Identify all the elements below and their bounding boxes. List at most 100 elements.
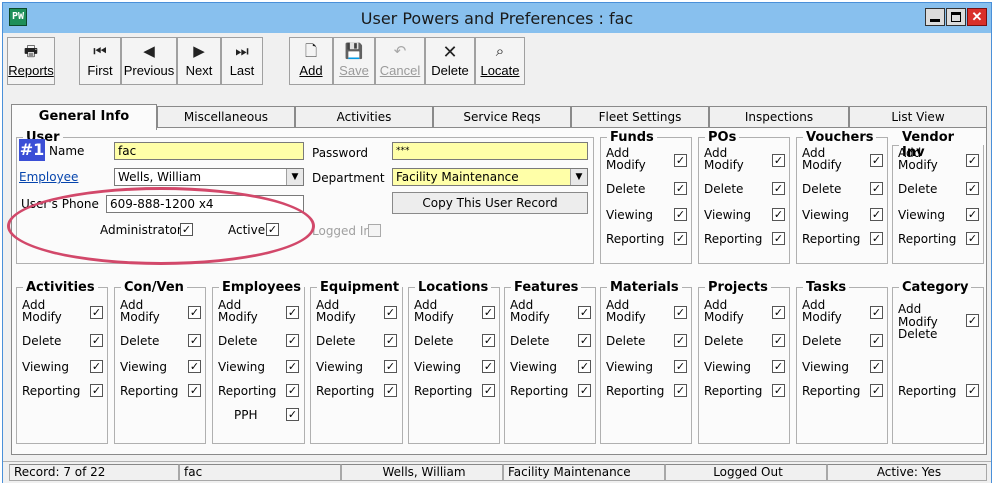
features-viewing-checkbox[interactable]: ✓ — [578, 360, 591, 373]
locations-reporting-checkbox[interactable]: ✓ — [482, 384, 495, 397]
equipment-reporting-checkbox[interactable]: ✓ — [384, 384, 397, 397]
first-button[interactable]: ⏮ First — [79, 37, 121, 85]
tasks-add-modify-checkbox[interactable]: ✓ — [870, 306, 883, 319]
vouchers-viewing-checkbox[interactable]: ✓ — [870, 208, 883, 221]
locations-viewing-label: Viewing — [414, 360, 462, 374]
delete-button[interactable]: ✕ Delete — [425, 37, 475, 85]
materials-viewing-checkbox[interactable]: ✓ — [674, 360, 687, 373]
activities-delete-checkbox[interactable]: ✓ — [90, 334, 103, 347]
next-button[interactable]: ▶ Next — [177, 37, 221, 85]
equipment-add-modify-checkbox[interactable]: ✓ — [384, 306, 397, 319]
add-button[interactable]: 🗋 Add — [289, 37, 333, 85]
conven-add-modify-checkbox[interactable]: ✓ — [188, 306, 201, 319]
employees-pph-checkbox[interactable]: ✓ — [286, 408, 299, 421]
conven-reporting-checkbox[interactable]: ✓ — [188, 384, 201, 397]
vendor-inv-reporting-checkbox[interactable]: ✓ — [966, 232, 979, 245]
tasks-viewing-label: Viewing — [802, 360, 850, 374]
copy-user-record-button[interactable]: Copy This User Record — [392, 192, 588, 214]
vouchers-modify-label: Modify — [802, 158, 842, 172]
reports-button[interactable]: 🖶 Reports — [7, 37, 55, 85]
locations-viewing-checkbox[interactable]: ✓ — [482, 360, 495, 373]
vendor-inv-reporting-label: Reporting — [898, 232, 957, 246]
activities-reporting-checkbox[interactable]: ✓ — [90, 384, 103, 397]
locate-button[interactable]: ⌕ Locate — [475, 37, 525, 85]
equipment-delete-checkbox[interactable]: ✓ — [384, 334, 397, 347]
pos-add-modify-checkbox[interactable]: ✓ — [772, 154, 785, 167]
pos-viewing-label: Viewing — [704, 208, 752, 222]
category-reporting-checkbox[interactable]: ✓ — [966, 384, 979, 397]
pos-reporting-checkbox[interactable]: ✓ — [772, 232, 785, 245]
category-add-modify-checkbox[interactable]: ✓ — [966, 314, 979, 327]
tab-activities[interactable]: Activities — [295, 106, 433, 128]
employees-delete-label: Delete — [218, 334, 258, 348]
tab-inspections[interactable]: Inspections — [709, 106, 849, 128]
funds-reporting-checkbox[interactable]: ✓ — [674, 232, 687, 245]
tab-general-info[interactable]: General Info — [11, 104, 157, 130]
close-button[interactable]: ✕ — [967, 8, 987, 26]
tab-service-reqs[interactable]: Service Reqs — [433, 106, 571, 128]
tab-fleet-settings[interactable]: Fleet Settings — [571, 106, 709, 128]
features-add-modify-checkbox[interactable]: ✓ — [578, 306, 591, 319]
vouchers-delete-checkbox[interactable]: ✓ — [870, 182, 883, 195]
funds-viewing-checkbox[interactable]: ✓ — [674, 208, 687, 221]
active-checkbox[interactable]: ✓ — [266, 223, 279, 236]
last-button[interactable]: ⏭ Last — [221, 37, 263, 85]
projects-add-modify-checkbox[interactable]: ✓ — [772, 306, 785, 319]
pos-viewing-checkbox[interactable]: ✓ — [772, 208, 785, 221]
employees-delete-checkbox[interactable]: ✓ — [286, 334, 299, 347]
projects-viewing-checkbox[interactable]: ✓ — [772, 360, 785, 373]
projects-delete-checkbox[interactable]: ✓ — [772, 334, 785, 347]
employee-link[interactable]: Employee — [19, 170, 78, 184]
conven-viewing-checkbox[interactable]: ✓ — [188, 360, 201, 373]
department-select[interactable]: Facility Maintenance ▼ — [392, 168, 588, 186]
features-reporting-checkbox[interactable]: ✓ — [578, 384, 591, 397]
tab-list-view[interactable]: List View — [849, 106, 987, 128]
cancel-button[interactable]: ↶ Cancel — [375, 37, 425, 85]
conven-delete-checkbox[interactable]: ✓ — [188, 334, 201, 347]
employees-add-modify-checkbox[interactable]: ✓ — [286, 306, 299, 319]
vendor-inv-viewing-checkbox[interactable]: ✓ — [966, 208, 979, 221]
activities-add-modify-checkbox[interactable]: ✓ — [90, 306, 103, 319]
title-bar[interactable]: PW User Powers and Preferences : fac ✕ — [3, 3, 991, 33]
conven-modify-label: Modify — [120, 310, 160, 324]
materials-add-modify-checkbox[interactable]: ✓ — [674, 306, 687, 319]
locations-delete-checkbox[interactable]: ✓ — [482, 334, 495, 347]
materials-modify-label: Modify — [606, 310, 646, 324]
administrator-checkbox[interactable]: ✓ — [180, 223, 193, 236]
minimize-button[interactable] — [925, 8, 945, 26]
tasks-reporting-checkbox[interactable]: ✓ — [870, 384, 883, 397]
activities-viewing-checkbox[interactable]: ✓ — [90, 360, 103, 373]
conven-delete-label: Delete — [120, 334, 160, 348]
maximize-button[interactable] — [946, 8, 966, 26]
locations-add-modify-checkbox[interactable]: ✓ — [482, 306, 495, 319]
tab-miscellaneous[interactable]: Miscellaneous — [157, 106, 295, 128]
chevron-down-icon[interactable]: ▼ — [570, 169, 587, 185]
features-delete-checkbox[interactable]: ✓ — [578, 334, 591, 347]
cancel-label: Cancel — [379, 63, 421, 78]
materials-delete-checkbox[interactable]: ✓ — [674, 334, 687, 347]
previous-button[interactable]: ◀ Previous — [121, 37, 177, 85]
funds-delete-checkbox[interactable]: ✓ — [674, 182, 687, 195]
funds-add-modify-checkbox[interactable]: ✓ — [674, 154, 687, 167]
tasks-viewing-checkbox[interactable]: ✓ — [870, 360, 883, 373]
employees-viewing-checkbox[interactable]: ✓ — [286, 360, 299, 373]
logged-in-label: Logged In — [312, 224, 372, 238]
employee-select[interactable]: Wells, William ▼ — [114, 168, 304, 186]
projects-reporting-checkbox[interactable]: ✓ — [772, 384, 785, 397]
equipment-viewing-checkbox[interactable]: ✓ — [384, 360, 397, 373]
tasks-delete-checkbox[interactable]: ✓ — [870, 334, 883, 347]
password-input[interactable]: *** — [392, 142, 588, 160]
phone-input[interactable]: 609-888-1200 x4 — [106, 195, 304, 213]
pos-reporting-label: Reporting — [704, 232, 763, 246]
chevron-down-icon[interactable]: ▼ — [286, 169, 303, 185]
vouchers-reporting-checkbox[interactable]: ✓ — [870, 232, 883, 245]
vouchers-add-modify-checkbox[interactable]: ✓ — [870, 154, 883, 167]
materials-reporting-checkbox[interactable]: ✓ — [674, 384, 687, 397]
vendor-inv-delete-checkbox[interactable]: ✓ — [966, 182, 979, 195]
name-input[interactable]: fac — [114, 142, 304, 160]
save-button[interactable]: 💾 Save — [333, 37, 375, 85]
equipment-modify-label: Modify — [316, 310, 356, 324]
vendor-inv-add-modify-checkbox[interactable]: ✓ — [966, 154, 979, 167]
employees-reporting-checkbox[interactable]: ✓ — [286, 384, 299, 397]
pos-delete-checkbox[interactable]: ✓ — [772, 182, 785, 195]
